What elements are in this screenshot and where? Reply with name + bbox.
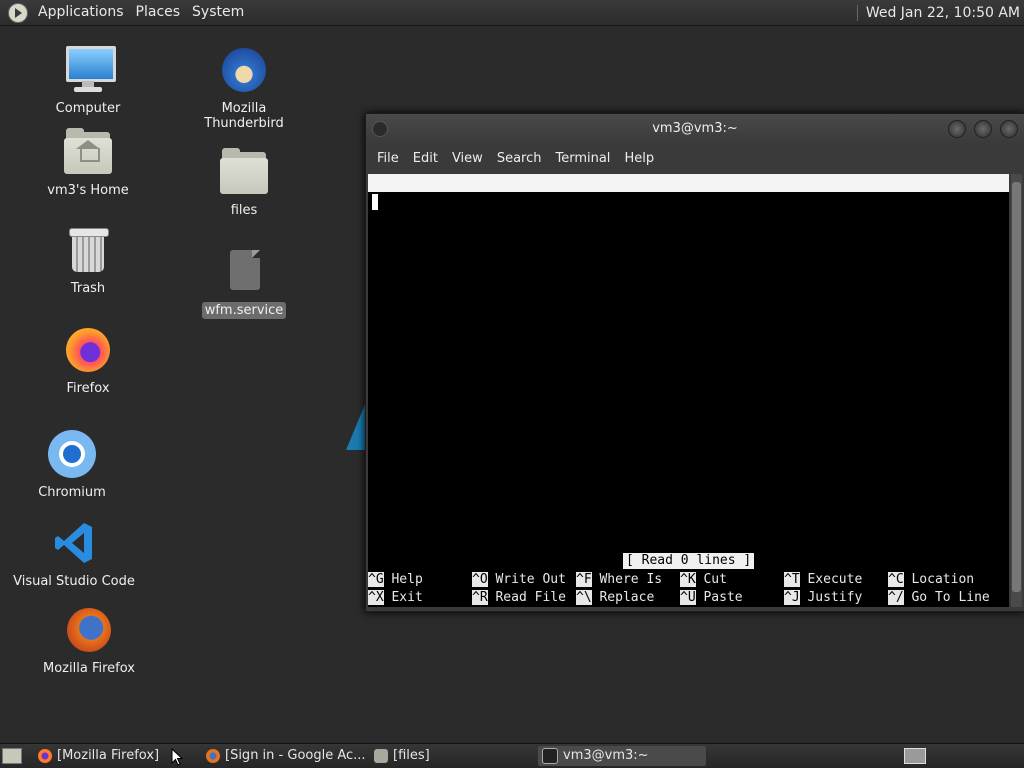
task-mozilla-firefox[interactable]: [Mozilla Firefox] (34, 746, 194, 766)
desktop-icon-label: Trash (70, 281, 106, 296)
menu-search[interactable]: Search (490, 151, 549, 166)
shortcut-paste: ^U Paste (680, 590, 743, 605)
desktop-icon-label: Firefox (66, 381, 110, 396)
shortcut-cut: ^K Cut (680, 572, 727, 587)
task-terminal[interactable]: vm3@vm3:~ (538, 746, 706, 766)
menu-view[interactable]: View (445, 151, 490, 166)
desktop-icon-label: Mozilla Thunderbird (204, 101, 284, 131)
folder-icon (374, 748, 388, 763)
menu-file[interactable]: File (370, 151, 406, 166)
mouse-pointer-icon (171, 748, 183, 766)
menu-help[interactable]: Help (617, 151, 661, 166)
system-menu[interactable]: System (186, 0, 250, 25)
maximize-icon[interactable] (974, 120, 992, 138)
nano-title-bar: GNU nano 8.3 /home/vm3/Desktop/wfm.servi… (368, 174, 1009, 226)
shortcut-write-out: ^O Write Out (472, 572, 566, 587)
desktop-icon-label: Chromium (38, 485, 106, 500)
desktop-icon-label: vm3's Home (47, 183, 129, 198)
terminal-scrollbar[interactable] (1011, 174, 1022, 607)
menu-edit[interactable]: Edit (406, 151, 445, 166)
places-menu[interactable]: Places (130, 0, 187, 25)
desktop-icon-firefox[interactable]: Firefox (23, 324, 153, 397)
text-cursor (372, 194, 378, 210)
menu-terminal[interactable]: Terminal (548, 151, 617, 166)
desktop-icon-label: Computer (55, 101, 121, 116)
firefox-icon (38, 748, 52, 763)
firefox-icon (206, 748, 220, 763)
shortcut-execute: ^T Execute (784, 572, 863, 587)
task-label: [Mozilla Firefox] (57, 748, 160, 763)
shortcut-replace: ^\ Replace (576, 590, 655, 605)
show-desktop-icon[interactable] (2, 748, 22, 764)
nano-version: GNU nano 8.3 (384, 193, 478, 208)
desktop-icon-label: Mozilla Firefox (43, 661, 135, 676)
clock-separator (856, 4, 858, 21)
close-icon[interactable] (1000, 120, 1018, 138)
trash-icon (62, 224, 114, 276)
mozilla-firefox-icon (63, 604, 115, 656)
desktop-icon-files[interactable]: files (179, 146, 309, 219)
desktop-icon-label: files (230, 203, 258, 218)
minimize-icon[interactable] (948, 120, 966, 138)
desktop-icon-trash[interactable]: Trash (23, 224, 153, 297)
terminal-icon (542, 747, 558, 764)
chromium-icon (46, 428, 98, 480)
desktop-icon-vscode[interactable]: Visual Studio Code (9, 517, 139, 590)
shortcut-justify: ^J Justify (784, 590, 863, 605)
shortcut-exit: ^X Exit (368, 590, 423, 605)
terminal-screen[interactable]: GNU nano 8.3 /home/vm3/Desktop/wfm.servi… (368, 174, 1009, 607)
computer-icon (62, 44, 116, 96)
task-label: [Sign in - Google Ac... (225, 748, 366, 763)
window-titlebar[interactable]: vm3@vm3:~ (366, 114, 1024, 144)
menu-logo-icon[interactable] (8, 2, 28, 23)
desktop-icon-computer[interactable]: Computer (23, 44, 153, 117)
terminal-window[interactable]: vm3@vm3:~ File Edit View Search Terminal… (365, 113, 1024, 612)
shortcut-help: ^G Help (368, 572, 423, 587)
file-icon (218, 246, 270, 298)
desktop-icon-label: Visual Studio Code (13, 574, 135, 589)
desktop-icon-wfm-service[interactable]: wfm.service (179, 246, 309, 319)
shortcut-row-2: ^X Exit ^R Read File ^\ Replace ^U Paste… (368, 589, 1009, 607)
bottom-taskbar: [Mozilla Firefox] [Sign in - Google Ac..… (0, 743, 1024, 768)
top-panel: Applications Places System Wed Jan 22, 1… (0, 0, 1024, 26)
window-title: vm3@vm3:~ (652, 121, 738, 136)
shortcut-row-1: ^G Help ^O Write Out ^F Where Is ^K Cut … (368, 571, 1009, 589)
home-folder-icon (62, 126, 114, 178)
vscode-icon (48, 517, 100, 569)
clock[interactable]: Wed Jan 22, 10:50 AM (856, 4, 1024, 21)
desktop-icon-mozilla-firefox[interactable]: Mozilla Firefox (24, 604, 154, 677)
shortcut-read-file: ^R Read File (472, 590, 566, 605)
task-files[interactable]: [files] (370, 746, 530, 766)
desktop-icon-home[interactable]: vm3's Home (23, 126, 153, 199)
scrollbar-thumb[interactable] (1012, 182, 1021, 592)
task-label: vm3@vm3:~ (563, 748, 649, 763)
desktop-icon-thunderbird[interactable]: Mozilla Thunderbird (179, 44, 309, 132)
thunderbird-icon (218, 44, 270, 96)
task-sign-in-google[interactable]: [Sign in - Google Ac... (202, 746, 367, 766)
shortcut-where-is: ^F Where Is (576, 572, 663, 587)
clock-text: Wed Jan 22, 10:50 AM (865, 4, 1020, 21)
desktop-icon-label: wfm.service (201, 302, 287, 319)
applications-menu[interactable]: Applications (32, 0, 130, 25)
shortcut-location: ^C Location (888, 572, 975, 587)
window-menu-icon[interactable] (372, 121, 388, 137)
firefox-icon (62, 324, 114, 376)
desktop-icon-chromium[interactable]: Chromium (7, 428, 137, 501)
shortcut-go-to-line: ^/ Go To Line (888, 590, 990, 605)
workspace-switcher[interactable] (904, 748, 926, 764)
nano-status-message: [ Read 0 lines ] (623, 553, 755, 569)
task-label: [files] (393, 748, 430, 763)
wallpaper-shape (346, 402, 366, 450)
folder-icon (218, 146, 270, 198)
terminal-menubar: File Edit View Search Terminal Help (366, 144, 1024, 172)
nano-file-path: /home/vm3/Desktop/wfm.service (585, 211, 812, 226)
